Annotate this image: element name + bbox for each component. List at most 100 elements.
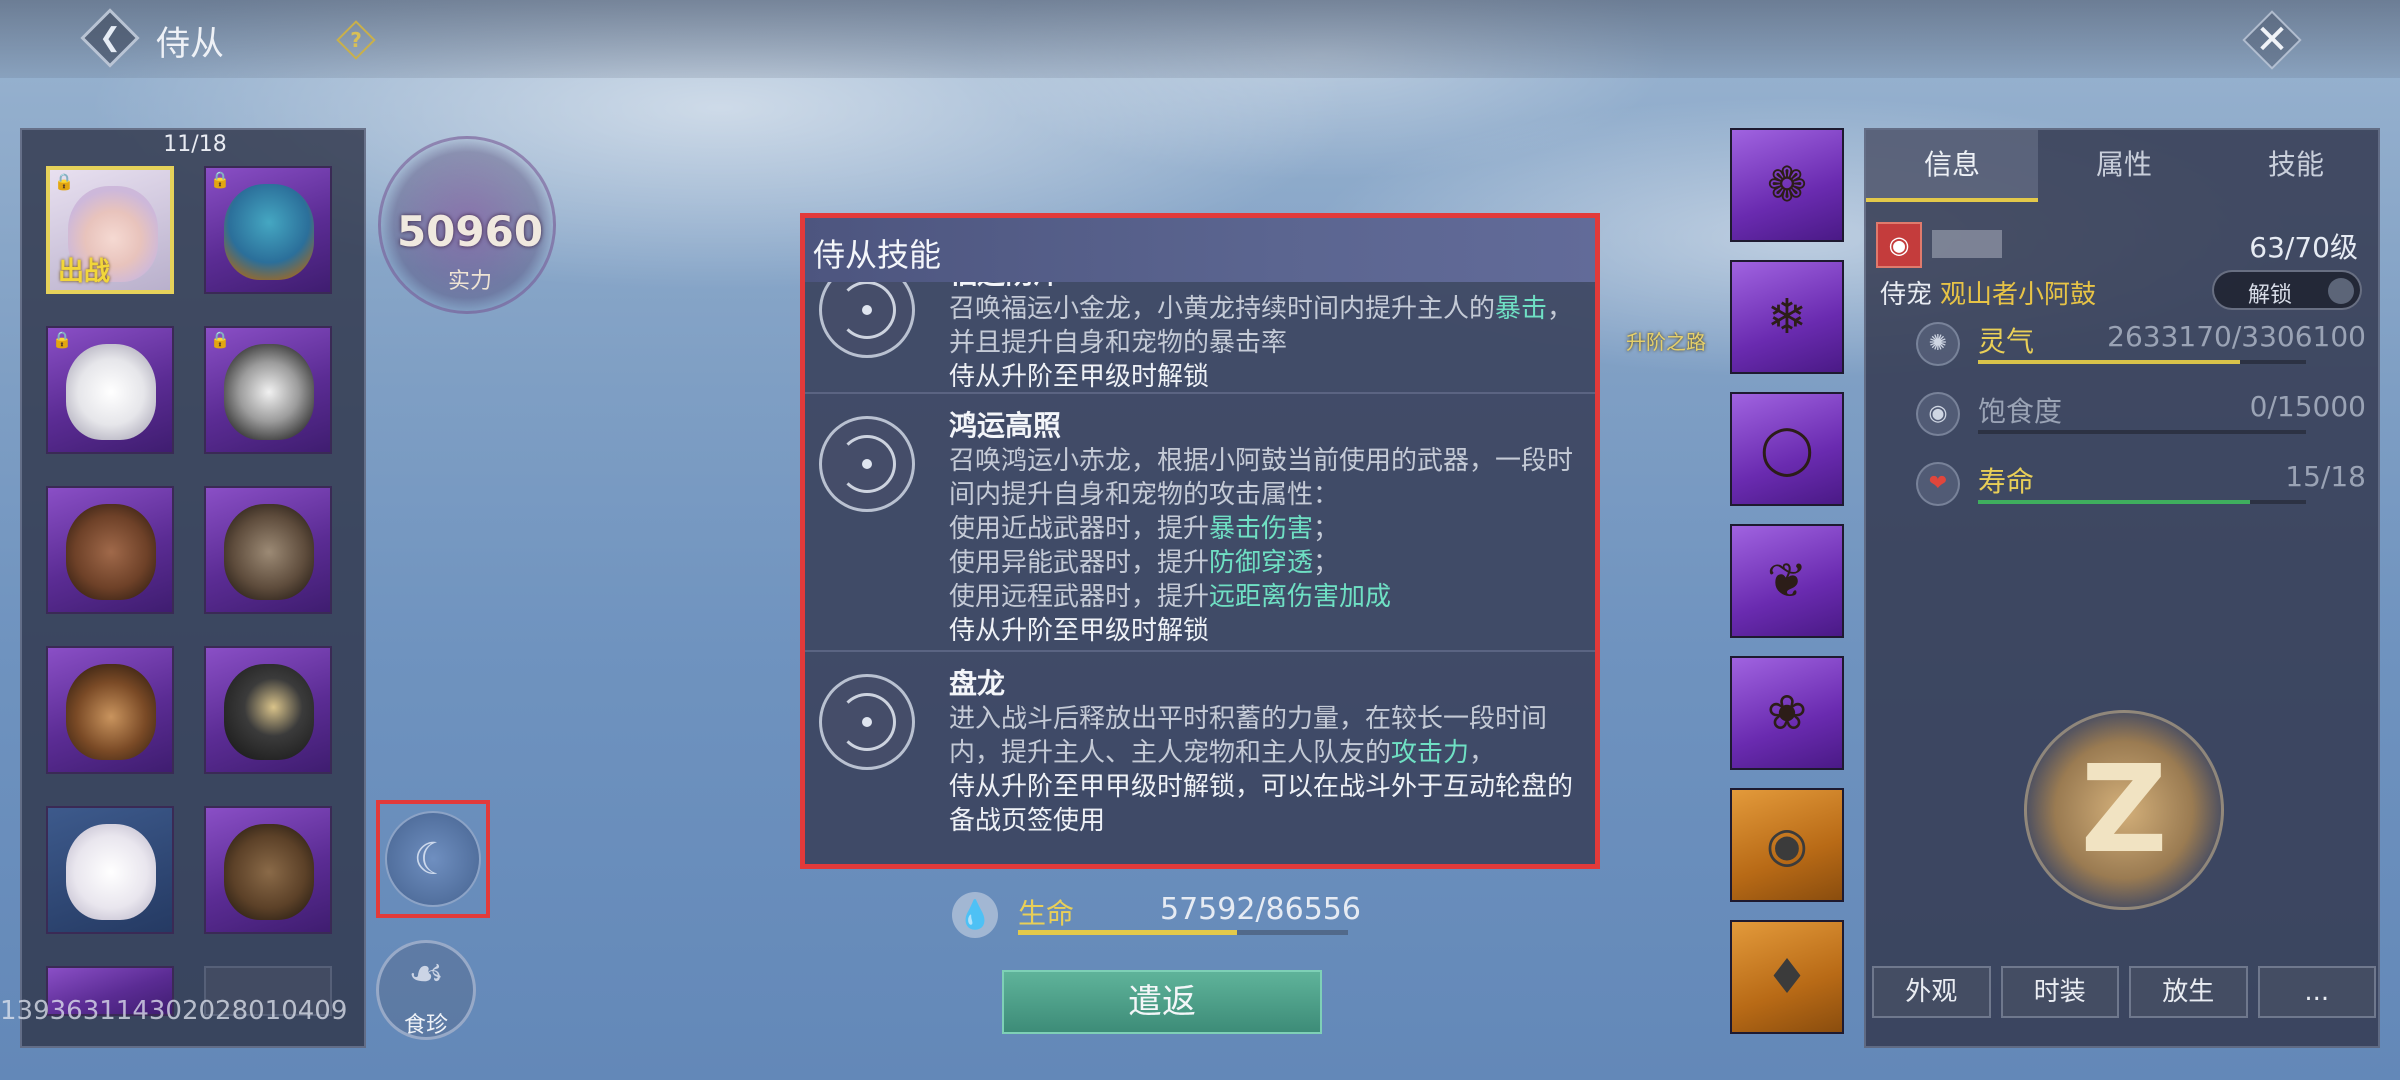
skill-highlight: 暴击伤害 <box>1209 514 1314 544</box>
stat-bar-fill <box>1978 500 2251 504</box>
crescent-icon: ☾ <box>385 811 481 907</box>
equip-slot-ring[interactable]: ◯ <box>1730 392 1844 506</box>
modal-title: 侍从技能 <box>813 236 942 274</box>
equip-slot-antlers[interactable]: ❀ <box>1730 656 1844 770</box>
equip-slot-horns[interactable]: ❄ <box>1730 260 1844 374</box>
skill-item: 鸿运高照 召唤鸿运小赤龙，根据小阿鼓当前使用的武器，一段时间内提升自身和宠物的攻… <box>805 394 1595 652</box>
user-id: 1393631143020280104​09 <box>0 996 348 1026</box>
close-icon: ✕ <box>2255 17 2289 63</box>
class-emblem-icon: Z <box>2024 710 2224 910</box>
pet-slot-eagle[interactable] <box>204 646 332 774</box>
band-icon: ◉ <box>1766 817 1808 873</box>
dismiss-button[interactable]: 遣返 <box>1002 970 1322 1034</box>
tab-skills[interactable]: 技能 <box>2210 130 2382 202</box>
hp-value: 57592/86556 <box>1160 892 1361 927</box>
tab-info[interactable]: 信息 <box>1866 130 2038 202</box>
stat-bar <box>1978 500 2306 504</box>
stat-bar-fill <box>1978 360 2241 364</box>
pet-slot-bird[interactable]: 🔒 <box>204 166 332 294</box>
tab-attributes[interactable]: 属性 <box>2038 130 2210 202</box>
equip-slot-band[interactable]: ◉ <box>1730 788 1844 902</box>
horns-icon: ❄ <box>1766 289 1808 345</box>
skill-name: 盘龙 <box>949 667 1006 700</box>
skill-desc: 召唤鸿运小赤龙，根据小阿鼓当前使用的武器，一段时间内提升自身和宠物的攻击属性： 使… <box>949 444 1579 648</box>
skill-highlight: 防御穿透 <box>1209 548 1314 578</box>
bull-avatar-icon <box>224 504 314 600</box>
skill-text: 召唤鸿运小赤龙，根据小阿鼓当前使用的武器，一段时间内提升自身和宠物的攻击属性： <box>949 446 1574 510</box>
skill-desc: 召唤福运小金龙，小黄龙持续时间内提升主人的暴击，并且提升自身和宠物的暴击率 侍从升… <box>949 292 1579 394</box>
pet-skills-modal: 侍从技能 福运荫泽 召唤福运小金龙，小黄龙持续时间内提升主人的暴击，并且提升自身… <box>800 213 1600 869</box>
power-value: 50960 <box>396 207 544 256</box>
stat-row-spirit: ✺ 灵气 2633170/3306100 <box>1916 316 2366 376</box>
water-drop-icon: 💧 <box>952 892 998 938</box>
help-button[interactable]: ? <box>336 20 376 60</box>
pet-level: 63/70级 <box>2249 231 2358 264</box>
skill-highlight: 远距离伤害加成 <box>1209 582 1392 612</box>
pet-slot-raccoon[interactable]: 🔒 <box>204 326 332 454</box>
pet-slot-dog[interactable] <box>46 486 174 614</box>
skill-icon-dot <box>862 305 872 315</box>
pet-type-name: 观山者小阿鼓 <box>1940 280 2097 310</box>
food-button[interactable]: ☙ 食珍 <box>376 940 476 1040</box>
unlock-toggle[interactable]: 解锁 <box>2212 270 2362 310</box>
skill-text: ， <box>1469 738 1496 768</box>
skill-lock-note: 侍从升阶至甲甲级时解锁，可以在战斗外于互动轮盘的备战页签使用 <box>949 772 1574 836</box>
top-bar: ❮ 侍从 ? ✕ <box>0 0 2400 78</box>
equip-slot-scorpion[interactable]: ❁ <box>1730 128 1844 242</box>
sheep-avatar-icon <box>66 824 156 920</box>
dragon-skill-icon <box>819 416 915 512</box>
claw-icon: ❦ <box>1766 553 1808 609</box>
pet-slot-girl[interactable]: 🔒 出战 <box>46 166 174 294</box>
release-button[interactable]: 放生 <box>2129 966 2248 1018</box>
lock-icon: 🔒 <box>210 170 230 189</box>
dog-avatar-icon <box>66 504 156 600</box>
pet-count: 11/18 <box>163 132 227 157</box>
question-icon: ? <box>350 28 362 52</box>
stat-bar <box>1978 360 2306 364</box>
stat-value: 0/15000 <box>2249 390 2366 423</box>
heart-icon: ❤ <box>1916 462 1960 506</box>
stat-bar <box>1978 430 2306 434</box>
close-button[interactable]: ✕ <box>2242 10 2302 70</box>
skill-text: 召唤福运小金龙，小黄龙持续时间内提升主人的 <box>949 294 1496 324</box>
pet-name-blurred <box>1932 230 2002 258</box>
info-bottom-buttons: 外观 时装 放生 ... <box>1872 966 2376 1018</box>
stat-value: 2633170/3306100 <box>2107 320 2366 353</box>
capybara-avatar-icon <box>224 824 314 920</box>
raccoon-avatar-icon <box>224 344 314 440</box>
dragon-skill-icon <box>819 674 915 770</box>
pet-slot-wolf[interactable]: 🔒 <box>46 326 174 454</box>
skill-text: ； <box>1313 514 1340 544</box>
hp-bar <box>1018 930 1348 935</box>
skill-lock-note: 侍从升阶至甲级时解锁 <box>949 616 1210 646</box>
stomach-icon: ◉ <box>1916 392 1960 436</box>
scorpion-icon: ❁ <box>1766 157 1808 213</box>
back-button[interactable]: ❮ <box>80 8 140 68</box>
hp-label: 生命 <box>1018 897 1075 930</box>
costume-button[interactable]: 时装 <box>2000 966 2119 1018</box>
modal-header: 侍从技能 <box>805 218 1595 282</box>
ascend-path-label[interactable]: 升阶之路 <box>1626 326 1706 355</box>
skill-item: 福运荫泽 召唤福运小金龙，小黄龙持续时间内提升主人的暴击，并且提升自身和宠物的暴… <box>805 282 1595 394</box>
pet-skill-button[interactable]: ☾ <box>376 800 490 918</box>
bear-avatar-icon <box>66 664 156 760</box>
hp-bar-fill <box>1018 930 1238 935</box>
skill-text: 使用近战武器时，提升 <box>949 514 1210 544</box>
pet-slot-bull[interactable] <box>204 486 332 614</box>
wolf-avatar-icon <box>66 344 156 440</box>
lock-icon: 🔒 <box>210 330 230 349</box>
skill-list[interactable]: 福运荫泽 召唤福运小金龙，小黄龙持续时间内提升主人的暴击，并且提升自身和宠物的暴… <box>805 282 1595 864</box>
ring-icon: ◯ <box>1760 421 1814 477</box>
stat-row-lifespan: ❤ 寿命 15/18 <box>1916 456 2366 516</box>
food-icon: ☙ <box>408 951 444 997</box>
pet-slot-capybara[interactable] <box>204 806 332 934</box>
mask-icon: ♦ <box>1765 949 1809 1005</box>
equip-slot-mask[interactable]: ♦ <box>1730 920 1844 1034</box>
pet-type-label: 侍宠 <box>1880 280 1933 310</box>
appearance-button[interactable]: 外观 <box>1872 966 1991 1018</box>
pet-slot-bear[interactable] <box>46 646 174 774</box>
pet-slot-sheep[interactable] <box>46 806 174 934</box>
equip-slot-claw[interactable]: ❦ <box>1730 524 1844 638</box>
skill-highlight: 暴击 <box>1495 294 1548 324</box>
more-button[interactable]: ... <box>2257 966 2376 1018</box>
